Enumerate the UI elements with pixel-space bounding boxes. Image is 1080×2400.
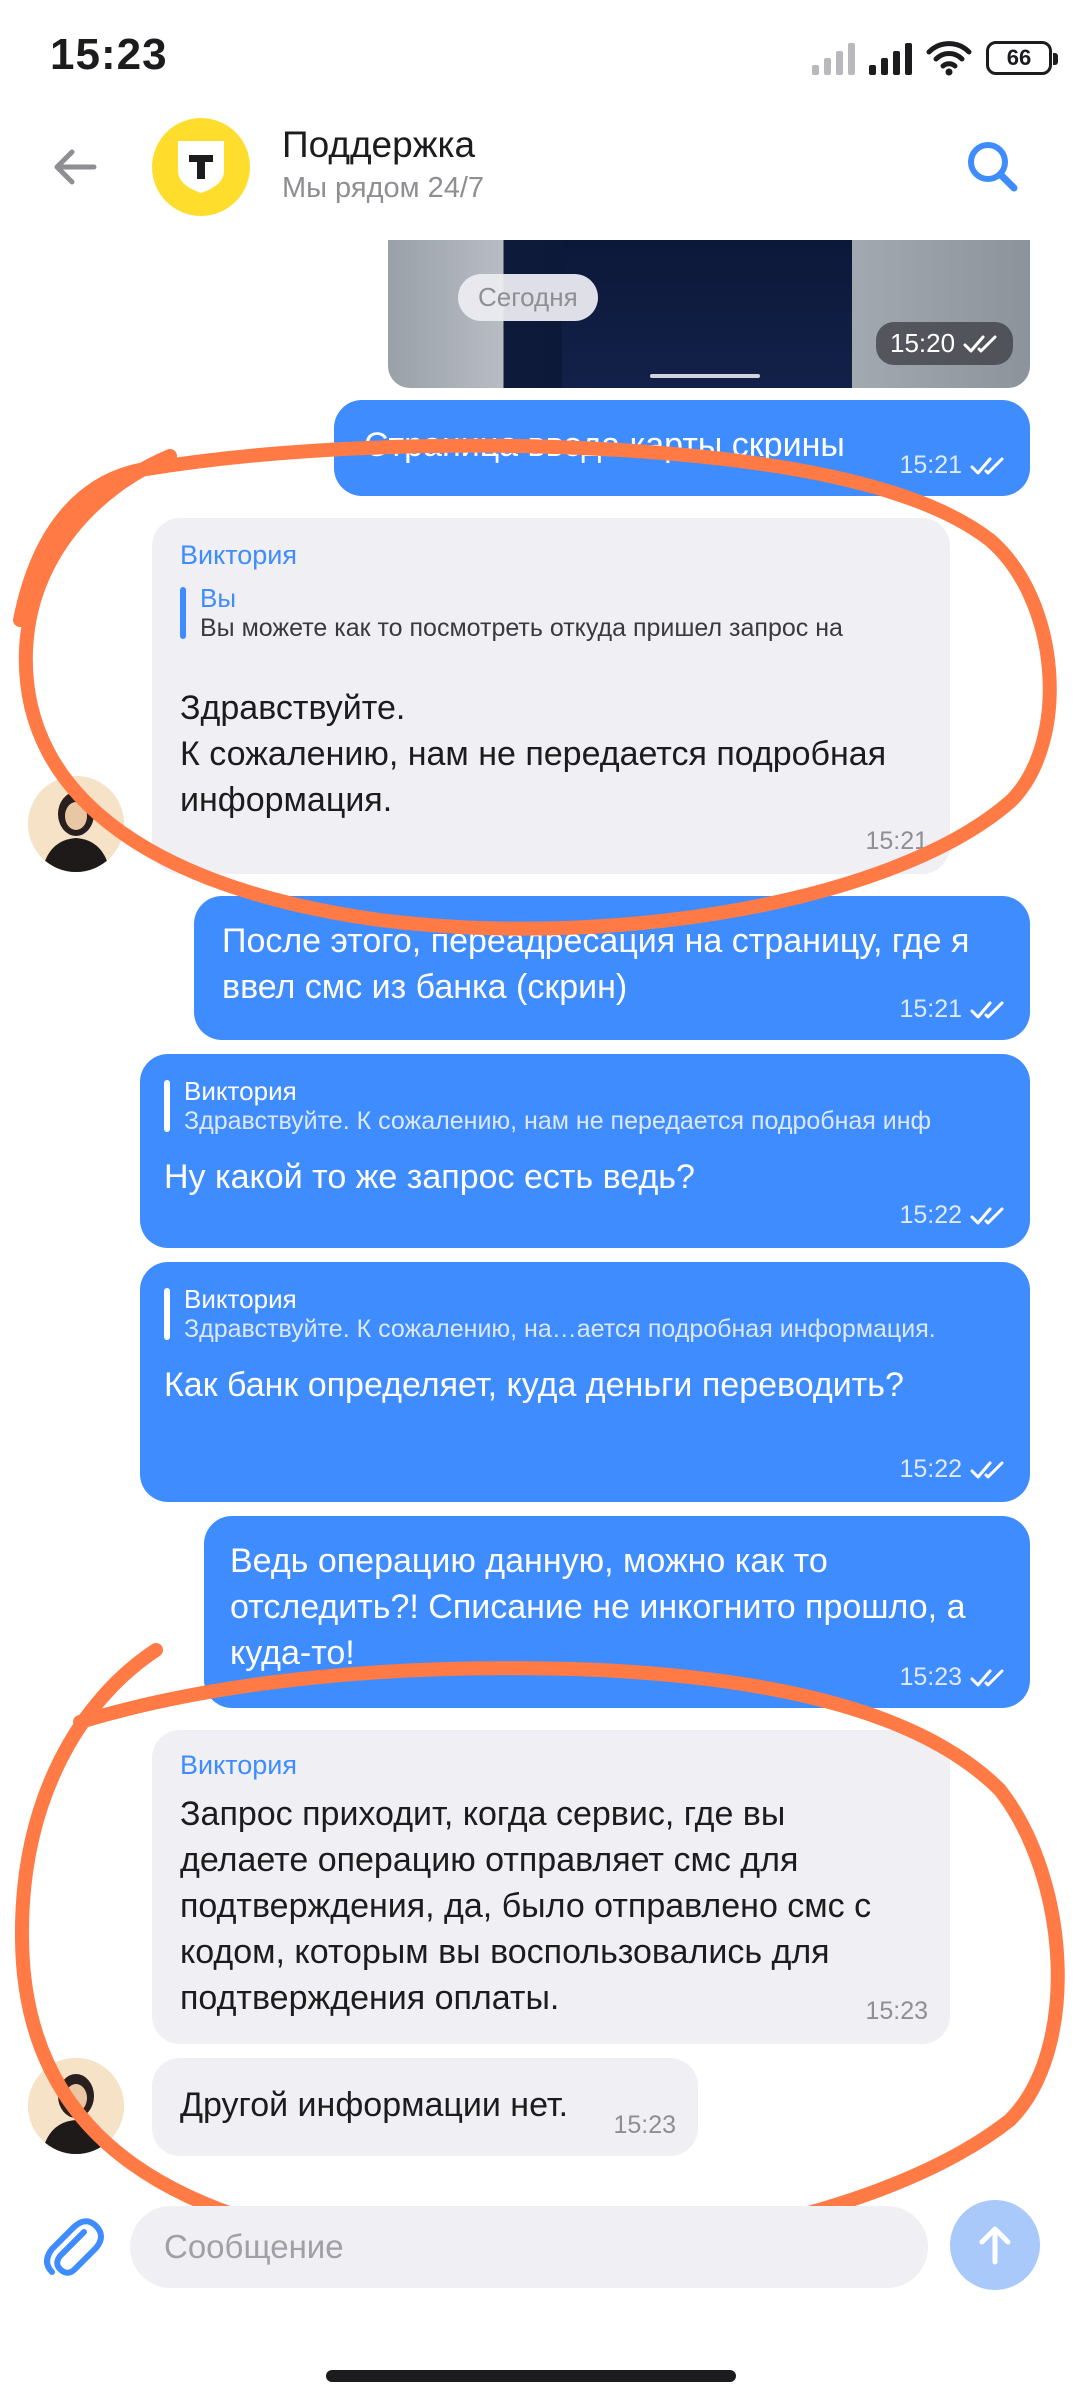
attachment-homebar (650, 374, 760, 378)
message-text: Запрос приходит, когда сервис, где вы де… (180, 1795, 872, 2017)
status-icons: 66 (812, 36, 1058, 80)
message-meta: 15:23 (613, 2111, 676, 2140)
read-checkmarks-icon (970, 457, 1004, 474)
message-text: Ну какой то же запрос есть ведь? (164, 1158, 695, 1196)
battery-level: 66 (1006, 45, 1032, 70)
back-arrow-icon[interactable] (40, 132, 110, 202)
read-checkmarks-icon (970, 1001, 1004, 1018)
attach-icon[interactable] (34, 2210, 110, 2286)
quote-text: Здравствуйте. К сожалению, на…ается подр… (184, 1315, 936, 1343)
chat-subtitle: Мы рядом 24/7 (282, 172, 485, 204)
message-time: 15:23 (899, 1663, 962, 1691)
message-input-container[interactable] (130, 2206, 928, 2288)
message-input[interactable] (162, 2227, 928, 2267)
chat-title[interactable]: Поддержка (282, 124, 475, 166)
message-time: 15:21 (899, 451, 962, 479)
message-bubble-outgoing[interactable]: Виктория Здравствуйте. К сожалению, на…а… (140, 1262, 1030, 1502)
message-time: 15:21 (899, 995, 962, 1023)
operator-avatar[interactable] (28, 776, 124, 872)
message-meta: 15:21 (899, 995, 1006, 1024)
message-time: 15:22 (899, 1455, 962, 1483)
quote-text: Вы можете как то посмотреть откуда прише… (200, 614, 843, 642)
message-meta: 15:23 (891, 1663, 1006, 1692)
signal-sim2-icon (812, 41, 855, 75)
quote-author: Вы (200, 583, 237, 613)
sender-name: Виктория (180, 1750, 298, 1780)
reply-quote[interactable]: Виктория Здравствуйте. К сожалению, нам … (164, 1076, 1006, 1136)
message-bubble-outgoing[interactable]: Ведь операцию данную, можно как то отсле… (204, 1516, 1030, 1708)
image-time-label: 15:20 (890, 328, 956, 358)
bank-shield-icon (178, 141, 224, 193)
search-icon[interactable] (958, 132, 1028, 202)
message-time: 15:22 (899, 1201, 962, 1229)
quote-author: Виктория (184, 1284, 297, 1314)
signal-sim1-icon (869, 41, 912, 75)
support-avatar[interactable] (152, 118, 250, 216)
message-meta: 15:23 (865, 1997, 928, 2026)
message-meta: 15:22 (899, 1455, 1006, 1484)
message-time: 15:21 (865, 827, 928, 855)
operator-photo (28, 2058, 124, 2154)
sender-name: Виктория (180, 540, 298, 570)
message-time: 15:23 (613, 2111, 676, 2139)
home-indicator (326, 2370, 736, 2382)
read-checkmarks-icon (963, 335, 997, 352)
message-text: Другой информации нет. (180, 2086, 569, 2124)
read-checkmarks-icon (970, 1207, 1004, 1224)
read-checkmarks-icon (970, 1461, 1004, 1478)
message-text: Как банк определяет, куда деньги перевод… (164, 1366, 904, 1404)
read-checkmarks-icon (970, 1669, 1004, 1686)
reply-quote[interactable]: Вы Вы можете как то посмотреть откуда пр… (180, 583, 922, 643)
wifi-icon (926, 41, 972, 76)
message-bubble-incoming[interactable]: Виктория Запрос приходит, когда сервис, … (152, 1730, 950, 2044)
battery-icon: 66 (986, 41, 1058, 75)
quote-text: Здравствуйте. К сожалению, нам не переда… (184, 1107, 932, 1135)
message-meta: 15:21 (899, 451, 1006, 480)
message-meta: 15:21 (865, 827, 928, 856)
message-text: Ведь операцию данную, можно как то отсле… (230, 1542, 966, 1672)
attachment-preview (562, 240, 852, 388)
image-timestamp: 15:20 (876, 322, 1014, 365)
message-bubble-outgoing[interactable]: После этого, переадресация на страницу, … (194, 896, 1030, 1040)
quote-author: Виктория (184, 1076, 297, 1106)
message-meta: 15:22 (899, 1201, 1006, 1230)
message-bubble-incoming[interactable]: Другой информации нет. 15:23 (152, 2058, 698, 2156)
message-bubble-outgoing[interactable]: Виктория Здравствуйте. К сожалению, нам … (140, 1054, 1030, 1248)
message-time: 15:23 (865, 1997, 928, 2025)
status-time: 15:23 (50, 30, 168, 79)
message-text: Здравствуйте. К сожалению, нам не переда… (180, 689, 887, 819)
message-text: После этого, переадресация на страницу, … (222, 922, 970, 1006)
send-arrow-icon (979, 2226, 1011, 2265)
operator-photo (28, 776, 124, 872)
message-bubble-outgoing[interactable]: Страница ввода карты скрины 15:21 (334, 400, 1030, 496)
date-separator: Сегодня (458, 274, 598, 321)
send-button[interactable] (950, 2200, 1040, 2290)
reply-quote[interactable]: Виктория Здравствуйте. К сожалению, на…а… (164, 1284, 1006, 1344)
message-bubble-incoming[interactable]: Виктория Вы Вы можете как то посмотреть … (152, 518, 950, 874)
operator-avatar[interactable] (28, 2058, 124, 2154)
